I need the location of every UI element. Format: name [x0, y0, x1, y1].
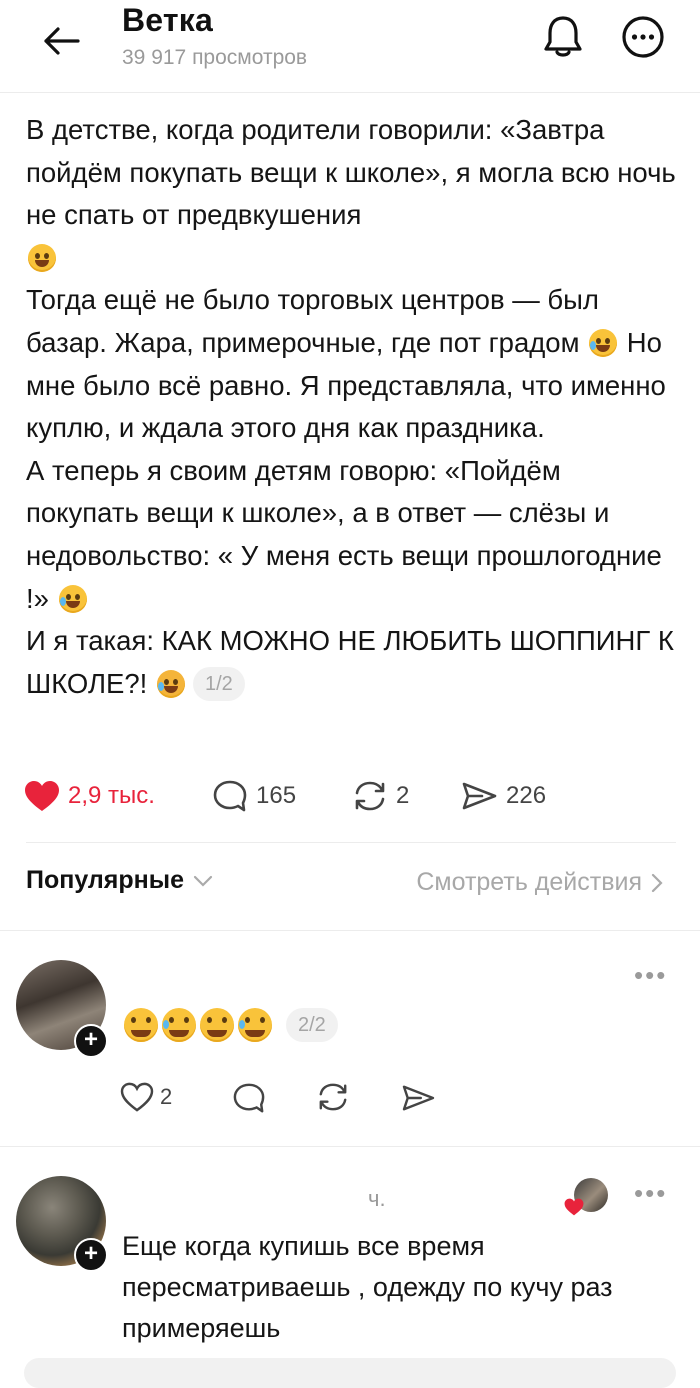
bell-icon [544, 16, 582, 57]
repost-icon [355, 781, 385, 811]
heart-small-icon [564, 1198, 584, 1221]
post-paragraph: Тогда ещё не было торговых центров — был… [26, 284, 666, 444]
tears-of-joy-icon [589, 328, 618, 357]
follow-button[interactable]: + [74, 1238, 108, 1272]
comments-count: 165 [256, 782, 297, 809]
follow-button[interactable]: + [74, 1024, 108, 1058]
comment-text: Еще когда купишь все время пересматривае… [122, 1231, 613, 1343]
comment-emoji-row: 2/2 [122, 1008, 338, 1042]
section-divider [26, 842, 676, 843]
more-circle-icon [622, 16, 664, 58]
comment-likes-count: 2 [160, 1084, 173, 1109]
header-divider [0, 92, 700, 93]
comment-bubble-icon [213, 780, 247, 812]
tears-of-joy-icon [162, 1008, 196, 1042]
see-actions-link[interactable]: Смотреть действия [416, 868, 664, 897]
sort-label: Популярные [26, 866, 185, 894]
comment-like-button[interactable]: 2 [120, 1082, 172, 1112]
sort-dropdown[interactable]: Популярные [26, 866, 214, 895]
post-paragraph: А теперь я своим детям говорю: «Пойдём п… [26, 454, 662, 614]
comment-time: ч. [368, 1186, 386, 1211]
pleading-face-icon [28, 243, 56, 272]
plus-icon: + [83, 1026, 98, 1053]
comment-divider [0, 1146, 700, 1147]
reposts-count: 2 [396, 782, 410, 809]
send-icon [462, 782, 497, 810]
comment-button[interactable]: 165 [212, 776, 296, 816]
ellipsis-icon: ••• [634, 960, 668, 990]
tears-of-joy-icon [58, 584, 87, 613]
image-page-indicator[interactable]: 2/2 [286, 1008, 338, 1042]
section-divider [0, 930, 700, 931]
crying-face-icon [156, 669, 185, 698]
repost-icon [319, 1083, 347, 1111]
comment-more-button[interactable]: ••• [634, 960, 667, 991]
back-button[interactable] [38, 18, 84, 64]
post-paragraph: В детстве, когда родители говорили: «Зав… [26, 109, 676, 279]
pleading-face-icon [124, 1008, 158, 1042]
notifications-button[interactable] [538, 12, 588, 62]
more-options-button[interactable] [620, 14, 666, 60]
page-title: Ветка [122, 2, 213, 38]
comment-more-button[interactable]: ••• [634, 1178, 667, 1209]
post-body: В детстве, когда родители говорили: «Зав… [26, 109, 676, 705]
next-comment-preview [24, 1358, 676, 1388]
post-paragraph: И я такая: КАК МОЖНО НЕ ЛЮБИТЬ ШОППИНГ К… [26, 625, 674, 701]
comment-reply-button[interactable] [232, 1082, 266, 1114]
plus-icon: + [83, 1240, 98, 1267]
likes-count: 2,9 тыс. [68, 782, 155, 809]
heart-outline-icon [120, 1082, 154, 1112]
ellipsis-icon: ••• [634, 1178, 668, 1208]
grinning-sweat-face-icon [238, 1008, 272, 1042]
see-actions-label: Смотреть действия [416, 868, 642, 896]
views-count: 39 917 просмотров [122, 46, 308, 69]
like-button[interactable]: 2,9 тыс. [24, 776, 155, 816]
send-icon [402, 1085, 435, 1111]
share-button[interactable]: 226 [460, 776, 546, 816]
image-page-indicator[interactable]: 1/2 [192, 666, 245, 701]
chevron-down-icon [193, 875, 213, 887]
comment-share-button[interactable] [400, 1084, 436, 1112]
chevron-right-icon [651, 873, 663, 892]
comment-repost-button[interactable] [316, 1082, 350, 1112]
shares-count: 226 [506, 782, 547, 809]
grinning-face-icon [200, 1008, 234, 1042]
arrow-left-icon [44, 27, 80, 55]
repost-button[interactable]: 2 [352, 776, 409, 816]
comment-bubble-icon [233, 1083, 265, 1113]
heart-filled-icon [25, 781, 59, 811]
